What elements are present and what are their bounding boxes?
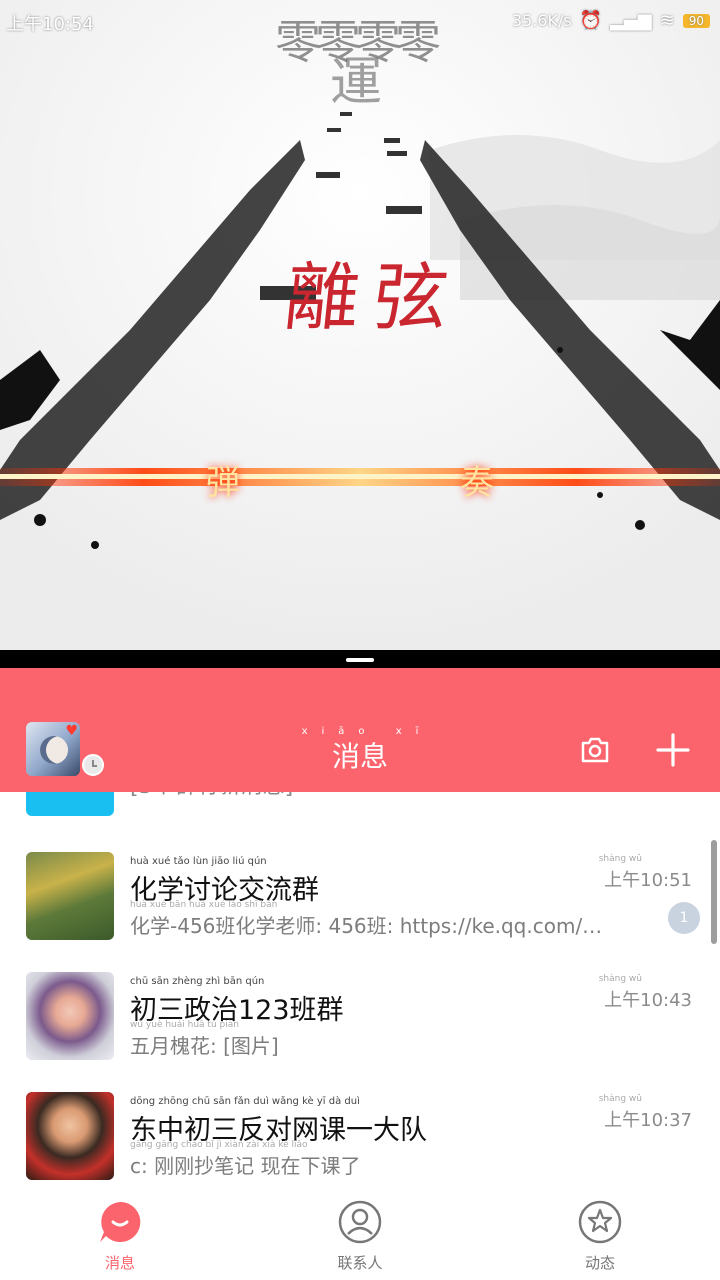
chat-name-ruby: chū sān zhèng zhì bān qún bbox=[130, 976, 265, 987]
network-speed: 35.6K/s bbox=[511, 11, 572, 30]
battery-level: 90 bbox=[682, 13, 710, 28]
page-title: 消息 bbox=[331, 740, 388, 773]
judge-text-left: 弾 bbox=[206, 463, 240, 503]
game-area[interactable]: 上午10:54 35.6K/s ⏰ ▂▄▆ ≋ 90 零零零零 運 離弦 弾 奏 bbox=[0, 0, 720, 650]
split-screen-divider[interactable] bbox=[0, 650, 720, 668]
signal-icon: ▂▄▆ bbox=[610, 10, 652, 31]
wifi-icon: ≋ bbox=[659, 10, 675, 31]
chat-time-ruby: shàng wǔ bbox=[598, 1094, 642, 1104]
status-bar-right: 35.6K/s ⏰ ▂▄▆ ≋ 90 bbox=[512, 10, 710, 31]
chat-name-ruby: huà xué tǎo lùn jiāo liú qún bbox=[130, 856, 267, 867]
list-item[interactable]: chū sān zhèng zhì bān qún 初三政治123班群 wǔ y… bbox=[0, 912, 720, 1060]
group-avatar bbox=[26, 1092, 114, 1180]
judge-text-right: 奏 bbox=[460, 463, 494, 503]
star-icon bbox=[578, 1200, 622, 1244]
nav-contacts-label: 联系人 bbox=[337, 1254, 383, 1272]
nav-feed-label: 动态 bbox=[584, 1254, 615, 1272]
chat-list[interactable]: [3个群有新消息] huà xué tǎo lùn jiāo liú qún 化… bbox=[0, 792, 720, 1190]
nav-messages[interactable]: 消息 bbox=[70, 1200, 170, 1273]
nav-contacts[interactable]: 联系人 bbox=[310, 1200, 410, 1273]
chat-message-ruby: gāng gāng chāo bǐ jì xiàn zài xià kè liǎ… bbox=[130, 1140, 308, 1150]
chat-message-ruby: wǔ yuè huái huā tú piàn bbox=[130, 1020, 239, 1030]
list-item[interactable]: huà xué tǎo lùn jiāo liú qún 化学讨论交流群 huà… bbox=[0, 792, 720, 940]
chat-time: 上午10:51 bbox=[604, 870, 692, 891]
list-item[interactable]: dōng zhōng chū sān fǎn duì wǎng kè yī dà… bbox=[0, 1032, 720, 1180]
nav-feed[interactable]: 动态 bbox=[550, 1200, 650, 1273]
person-icon bbox=[338, 1200, 382, 1244]
alarm-icon: ⏰ bbox=[579, 10, 603, 31]
game-subtitle: 運 bbox=[330, 53, 383, 113]
chat-time-ruby: shàng wǔ bbox=[598, 974, 642, 984]
camera-icon[interactable] bbox=[579, 734, 611, 766]
status-time: 上午10:54 bbox=[6, 14, 94, 35]
divider-handle[interactable] bbox=[346, 658, 374, 662]
chat-time: 上午10:43 bbox=[604, 990, 692, 1011]
chat-name-ruby: dōng zhōng chū sān fǎn duì wǎng kè yī dà… bbox=[130, 1096, 360, 1107]
bottom-nav: 消息 联系人 动态 bbox=[0, 1190, 720, 1280]
chat-time: 上午10:37 bbox=[604, 1110, 692, 1131]
chat-message-ruby: huà xué bān huà xué lǎo shī bān bbox=[130, 900, 278, 910]
message-bubble-icon bbox=[100, 1201, 141, 1242]
song-name: 離弦 bbox=[280, 255, 466, 341]
chat-time-ruby: shàng wǔ bbox=[598, 854, 642, 864]
page-title-wrap: xiāo xī 消息 bbox=[0, 726, 720, 775]
plus-icon[interactable] bbox=[655, 732, 691, 768]
nav-messages-label: 消息 bbox=[104, 1254, 135, 1272]
scrollbar[interactable] bbox=[711, 840, 717, 944]
app-header: ♥ xiāo xī 消息 bbox=[0, 668, 720, 792]
chat-message: c: 刚刚抄笔记 现在下课了 bbox=[130, 1154, 361, 1178]
